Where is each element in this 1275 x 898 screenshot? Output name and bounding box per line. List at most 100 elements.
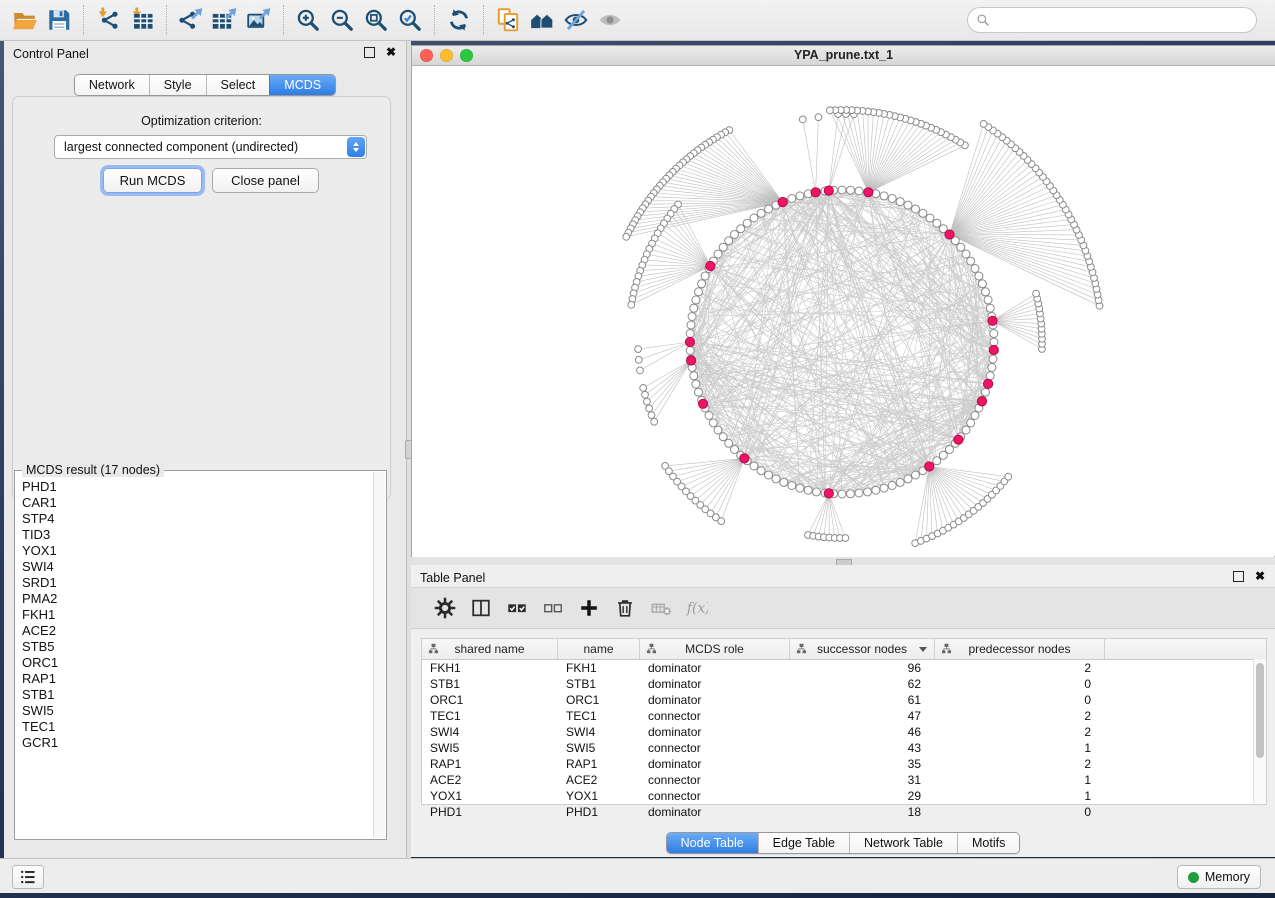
float-panel-icon[interactable]: [364, 47, 375, 58]
network-window-title: YPA_prune.txt_1: [412, 48, 1275, 62]
table-cell-name: ACE2: [558, 772, 640, 788]
sort-chevron-icon: [919, 647, 927, 652]
mcds-result-item[interactable]: STB5: [22, 639, 372, 655]
first-neighbors-button[interactable]: [525, 4, 559, 36]
add-column-button[interactable]: [571, 593, 607, 623]
close-panel-button[interactable]: Close panel: [212, 168, 319, 193]
table-panel-header: Table Panel ✖: [411, 565, 1275, 587]
table-row[interactable]: STB1STB1dominator620: [422, 676, 1266, 692]
tab-motifs[interactable]: Motifs: [957, 833, 1019, 853]
table-row[interactable]: RAP1RAP1dominator352: [422, 756, 1266, 772]
run-mcds-button[interactable]: Run MCDS: [103, 168, 202, 193]
tab-edge-table[interactable]: Edge Table: [758, 833, 849, 853]
export-image-button[interactable]: [242, 4, 276, 36]
mcds-result-item[interactable]: PHD1: [22, 479, 372, 495]
column-header-shared-name[interactable]: shared name: [422, 639, 558, 659]
table-row[interactable]: FKH1FKH1dominator962: [422, 660, 1266, 676]
search-box[interactable]: [967, 7, 1257, 33]
table-row[interactable]: ACE2ACE2connector311: [422, 772, 1266, 788]
zoom-out-button[interactable]: [325, 4, 359, 36]
clone-network-button[interactable]: [491, 4, 525, 36]
tab-node-table[interactable]: Node Table: [667, 833, 758, 853]
table-row[interactable]: YOX1YOX1connector291: [422, 788, 1266, 804]
hide-selected-button[interactable]: [559, 4, 593, 36]
clone-network-icon: [495, 7, 521, 33]
mcds-result-item[interactable]: GCR1: [22, 735, 372, 751]
column-header-name[interactable]: name: [558, 639, 640, 659]
show-all-button[interactable]: [593, 4, 627, 36]
export-table-icon: [212, 7, 238, 33]
tab-network[interactable]: Network: [75, 75, 149, 95]
deselect-all-button[interactable]: [535, 593, 571, 623]
control-panel-header: Control Panel ✖: [4, 41, 406, 67]
export-network-button[interactable]: [174, 4, 208, 36]
mcds-result-item[interactable]: TEC1: [22, 719, 372, 735]
delete-trash-button[interactable]: [607, 593, 643, 623]
close-panel-icon[interactable]: ✖: [386, 47, 396, 58]
table-cell-predecessor_nodes: 0: [935, 692, 1105, 708]
table-scrollbar[interactable]: [1253, 659, 1266, 804]
function-fx-button[interactable]: f(x): [679, 593, 715, 623]
graph-fan-edges: [626, 110, 1099, 543]
table-cell-successor_nodes: 62: [790, 676, 935, 692]
mcds-result-item[interactable]: ORC1: [22, 655, 372, 671]
delete-column-button[interactable]: [643, 593, 679, 623]
column-header-predecessor-nodes[interactable]: predecessor nodes: [935, 639, 1105, 659]
mcds-result-item[interactable]: RAP1: [22, 671, 372, 687]
save-session-button[interactable]: [42, 4, 76, 36]
optimization-criterion-select[interactable]: largest connected component (undirected): [54, 135, 367, 159]
mcds-result-item[interactable]: ACE2: [22, 623, 372, 639]
zoom-fit-button[interactable]: [359, 4, 393, 36]
close-table-panel-icon[interactable]: ✖: [1255, 571, 1265, 582]
memory-button[interactable]: Memory: [1177, 865, 1261, 889]
import-table-button[interactable]: [125, 4, 159, 36]
column-header-successor-nodes[interactable]: successor nodes: [790, 639, 935, 659]
tab-select[interactable]: Select: [206, 75, 270, 95]
table-cell-predecessor_nodes: 1: [935, 788, 1105, 804]
select-all-button[interactable]: [499, 593, 535, 623]
result-scrollbar[interactable]: [373, 472, 385, 838]
mcds-result-item[interactable]: PMA2: [22, 591, 372, 607]
zoom-selected-button[interactable]: [393, 4, 427, 36]
table-row[interactable]: SWI4SWI4dominator462: [422, 724, 1266, 740]
table-row[interactable]: ORC1ORC1dominator610: [422, 692, 1266, 708]
tab-mcds[interactable]: MCDS: [269, 75, 335, 95]
mcds-result-item[interactable]: YOX1: [22, 543, 372, 559]
column-view-button[interactable]: [463, 593, 499, 623]
table-panel-title: Table Panel: [420, 571, 485, 585]
mcds-result-item[interactable]: STP4: [22, 511, 372, 527]
settings-gear-button[interactable]: [427, 593, 463, 623]
network-window-titlebar[interactable]: YPA_prune.txt_1: [412, 46, 1275, 66]
mcds-result-item[interactable]: SRD1: [22, 575, 372, 591]
tab-style[interactable]: Style: [149, 75, 206, 95]
table-cell-successor_nodes: 29: [790, 788, 935, 804]
network-graph-canvas[interactable]: [412, 66, 1274, 557]
mcds-result-item[interactable]: SWI4: [22, 559, 372, 575]
table-row[interactable]: SWI5SWI5connector431: [422, 740, 1266, 756]
mcds-result-item[interactable]: FKH1: [22, 607, 372, 623]
export-table-button[interactable]: [208, 4, 242, 36]
tab-network-table[interactable]: Network Table: [849, 833, 957, 853]
mcds-result-item[interactable]: CAR1: [22, 495, 372, 511]
zoom-in-icon: [295, 7, 321, 33]
table-row[interactable]: PHD1PHD1dominator180: [422, 804, 1266, 820]
import-network-button[interactable]: [91, 4, 125, 36]
mcds-result-item[interactable]: SWI5: [22, 703, 372, 719]
float-table-panel-icon[interactable]: [1233, 571, 1244, 582]
zoom-selected-icon: [397, 7, 423, 33]
table-row[interactable]: TEC1TEC1connector472: [422, 708, 1266, 724]
zoom-in-button[interactable]: [291, 4, 325, 36]
task-history-button[interactable]: [12, 865, 44, 889]
table-scrollbar-thumb[interactable]: [1256, 663, 1264, 758]
table-cell-predecessor_nodes: 2: [935, 756, 1105, 772]
table-toolbar: f(x): [411, 587, 1275, 629]
refresh-button[interactable]: [442, 4, 476, 36]
column-header-MCDS-role[interactable]: MCDS role: [640, 639, 790, 659]
horizontal-splitter[interactable]: [411, 557, 1275, 565]
mcds-result-item[interactable]: STB1: [22, 687, 372, 703]
select-all-icon: [506, 597, 528, 619]
mcds-result-item[interactable]: TID3: [22, 527, 372, 543]
table-cell-shared_name: STB1: [422, 676, 558, 692]
search-input[interactable]: [996, 12, 1248, 28]
open-file-button[interactable]: [8, 4, 42, 36]
